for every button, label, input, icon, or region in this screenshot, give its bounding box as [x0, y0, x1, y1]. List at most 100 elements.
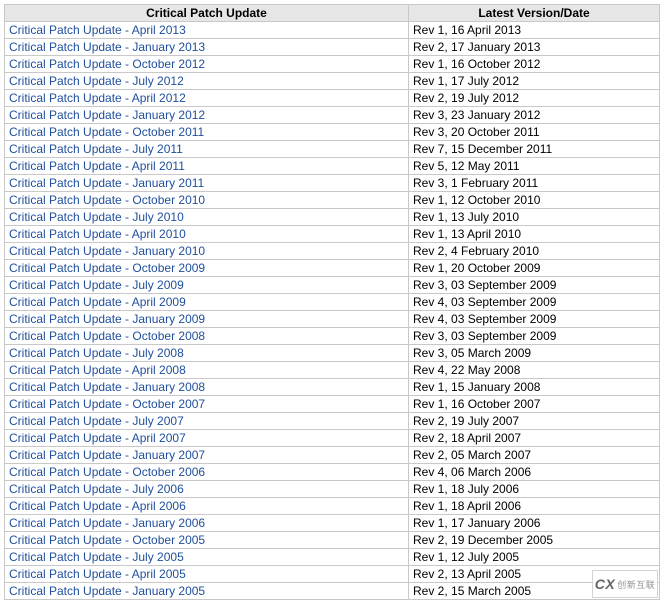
- cell-version-date: Rev 2, 19 July 2012: [409, 90, 660, 107]
- cell-patch-name: Critical Patch Update - April 2010: [5, 226, 409, 243]
- cell-patch-name: Critical Patch Update - October 2005: [5, 532, 409, 549]
- cell-patch-name: Critical Patch Update - January 2006: [5, 515, 409, 532]
- patch-update-link[interactable]: Critical Patch Update - April 2012: [9, 91, 186, 105]
- table-row: Critical Patch Update - April 2007 Rev 2,…: [5, 430, 660, 447]
- cell-version-date: Rev 3, 20 October 2011: [409, 124, 660, 141]
- patch-update-link[interactable]: Critical Patch Update - July 2007: [9, 414, 184, 428]
- table-row: Critical Patch Update - October 2005Rev …: [5, 532, 660, 549]
- cell-version-date: Rev 4, 06 March 2006: [409, 464, 660, 481]
- patch-update-link[interactable]: Critical Patch Update - July 2008: [9, 346, 184, 360]
- patch-update-link[interactable]: Critical Patch Update - January 2007: [9, 448, 205, 462]
- cell-patch-name: Critical Patch Update - April 2005: [5, 566, 409, 583]
- watermark-initials: CX: [595, 576, 615, 592]
- cell-patch-name: Critical Patch Update - January 2008: [5, 379, 409, 396]
- table-row: Critical Patch Update - October 2010Rev …: [5, 192, 660, 209]
- cell-patch-name: Critical Patch Update - October 2008: [5, 328, 409, 345]
- patch-update-link[interactable]: Critical Patch Update - July 2005: [9, 550, 184, 564]
- table-row: Critical Patch Update - April 2008 Rev 4,…: [5, 362, 660, 379]
- table-row: Critical Patch Update - April 2011 Rev 5,…: [5, 158, 660, 175]
- patch-update-link[interactable]: Critical Patch Update - October 2009: [9, 261, 205, 275]
- table-row: Critical Patch Update - October 2011 Rev …: [5, 124, 660, 141]
- cell-version-date: Rev 3, 03 September 2009: [409, 277, 660, 294]
- table-row: Critical Patch Update - April 2005Rev 2,…: [5, 566, 660, 583]
- cell-patch-name: Critical Patch Update - July 2012: [5, 73, 409, 90]
- patch-update-link[interactable]: Critical Patch Update - January 2010: [9, 244, 205, 258]
- cell-patch-name: Critical Patch Update - July 2008: [5, 345, 409, 362]
- table-row: Critical Patch Update - January 2010Rev …: [5, 243, 660, 260]
- cell-patch-name: Critical Patch Update - April 2013: [5, 22, 409, 39]
- cell-patch-name: Critical Patch Update - April 2011: [5, 158, 409, 175]
- table-row: Critical Patch Update - January 2005Rev …: [5, 583, 660, 600]
- watermark-badge: CX 创新互联: [592, 570, 658, 598]
- table-row: Critical Patch Update - October 2012 Rev …: [5, 56, 660, 73]
- cell-version-date: Rev 5, 12 May 2011: [409, 158, 660, 175]
- table-row: Critical Patch Update - January 2009 Rev …: [5, 311, 660, 328]
- table-row: Critical Patch Update - October 2008 Rev …: [5, 328, 660, 345]
- patch-update-link[interactable]: Critical Patch Update - July 2009: [9, 278, 184, 292]
- patch-update-link[interactable]: Critical Patch Update - October 2006: [9, 465, 205, 479]
- table-row: Critical Patch Update - January 2012 Rev …: [5, 107, 660, 124]
- table-row: Critical Patch Update - January 2006Rev …: [5, 515, 660, 532]
- cell-patch-name: Critical Patch Update - April 2007: [5, 430, 409, 447]
- patch-update-link[interactable]: Critical Patch Update - October 2007: [9, 397, 205, 411]
- cell-patch-name: Critical Patch Update - April 2006: [5, 498, 409, 515]
- patch-update-link[interactable]: Critical Patch Update - April 2008: [9, 363, 186, 377]
- patch-update-link[interactable]: Critical Patch Update - April 2013: [9, 23, 186, 37]
- patch-update-link[interactable]: Critical Patch Update - January 2011: [9, 176, 204, 190]
- patch-update-table: Critical Patch Update Latest Version/Dat…: [4, 4, 660, 600]
- patch-update-link[interactable]: Critical Patch Update - April 2005: [9, 567, 186, 581]
- cell-version-date: Rev 3, 03 September 2009: [409, 328, 660, 345]
- cell-patch-name: Critical Patch Update - April 2012: [5, 90, 409, 107]
- table-header-row: Critical Patch Update Latest Version/Dat…: [5, 5, 660, 22]
- patch-update-link[interactable]: Critical Patch Update - October 2005: [9, 533, 205, 547]
- cell-version-date: Rev 2, 18 April 2007: [409, 430, 660, 447]
- table-row: Critical Patch Update - January 2011 Rev …: [5, 175, 660, 192]
- cell-version-date: Rev 3, 23 January 2012: [409, 107, 660, 124]
- cell-version-date: Rev 4, 22 May 2008: [409, 362, 660, 379]
- table-row: Critical Patch Update - January 2007 Rev …: [5, 447, 660, 464]
- table-row: Critical Patch Update - January 2008Rev …: [5, 379, 660, 396]
- cell-version-date: Rev 4, 03 September 2009: [409, 311, 660, 328]
- cell-version-date: Rev 1, 18 July 2006: [409, 481, 660, 498]
- table-row: Critical Patch Update - July 2011Rev 7, …: [5, 141, 660, 158]
- patch-update-link[interactable]: Critical Patch Update - April 2007: [9, 431, 186, 445]
- cell-version-date: Rev 1, 16 April 2013: [409, 22, 660, 39]
- patch-update-link[interactable]: Critical Patch Update - July 2006: [9, 482, 184, 496]
- patch-update-link[interactable]: Critical Patch Update - January 2005: [9, 584, 205, 598]
- patch-update-link[interactable]: Critical Patch Update - October 2008: [9, 329, 205, 343]
- patch-update-link[interactable]: Critical Patch Update - July 2011: [9, 142, 183, 156]
- patch-update-link[interactable]: Critical Patch Update - October 2011: [9, 125, 204, 139]
- patch-update-link[interactable]: Critical Patch Update - January 2006: [9, 516, 205, 530]
- cell-version-date: Rev 1, 18 April 2006: [409, 498, 660, 515]
- patch-update-link[interactable]: Critical Patch Update - October 2012: [9, 57, 205, 71]
- patch-update-link[interactable]: Critical Patch Update - January 2013: [9, 40, 205, 54]
- patch-update-link[interactable]: Critical Patch Update - April 2009: [9, 295, 186, 309]
- patch-update-link[interactable]: Critical Patch Update - July 2010: [9, 210, 184, 224]
- cell-version-date: Rev 2, 05 March 2007: [409, 447, 660, 464]
- cell-patch-name: Critical Patch Update - July 2007: [5, 413, 409, 430]
- patch-update-link[interactable]: Critical Patch Update - January 2008: [9, 380, 205, 394]
- table-row: Critical Patch Update - July 2006 Rev 1, …: [5, 481, 660, 498]
- table-row: Critical Patch Update - April 2006 Rev 1,…: [5, 498, 660, 515]
- cell-version-date: Rev 1, 13 April 2010: [409, 226, 660, 243]
- watermark-brand: 创新互联: [617, 578, 655, 591]
- cell-patch-name: Critical Patch Update - January 2009: [5, 311, 409, 328]
- cell-version-date: Rev 1, 17 July 2012: [409, 73, 660, 90]
- cell-version-date: Rev 3, 1 February 2011: [409, 175, 660, 192]
- cell-patch-name: Critical Patch Update - October 2006: [5, 464, 409, 481]
- cell-patch-name: Critical Patch Update - October 2011: [5, 124, 409, 141]
- table-row: Critical Patch Update - April 2012 Rev 2,…: [5, 90, 660, 107]
- patch-update-link[interactable]: Critical Patch Update - October 2010: [9, 193, 205, 207]
- patch-update-link[interactable]: Critical Patch Update - January 2009: [9, 312, 205, 326]
- cell-patch-name: Critical Patch Update - January 2011: [5, 175, 409, 192]
- patch-update-link[interactable]: Critical Patch Update - April 2010: [9, 227, 186, 241]
- patch-update-link[interactable]: Critical Patch Update - April 2006: [9, 499, 186, 513]
- cell-patch-name: Critical Patch Update - July 2009: [5, 277, 409, 294]
- patch-update-link[interactable]: Critical Patch Update - April 2011: [9, 159, 185, 173]
- table-row: Critical Patch Update - July 2008Rev 3, …: [5, 345, 660, 362]
- patch-update-link[interactable]: Critical Patch Update - January 2012: [9, 108, 205, 122]
- patch-update-link[interactable]: Critical Patch Update - July 2012: [9, 74, 184, 88]
- table-row: Critical Patch Update - January 2013Rev …: [5, 39, 660, 56]
- cell-patch-name: Critical Patch Update - October 2009: [5, 260, 409, 277]
- cell-version-date: Rev 1, 16 October 2012: [409, 56, 660, 73]
